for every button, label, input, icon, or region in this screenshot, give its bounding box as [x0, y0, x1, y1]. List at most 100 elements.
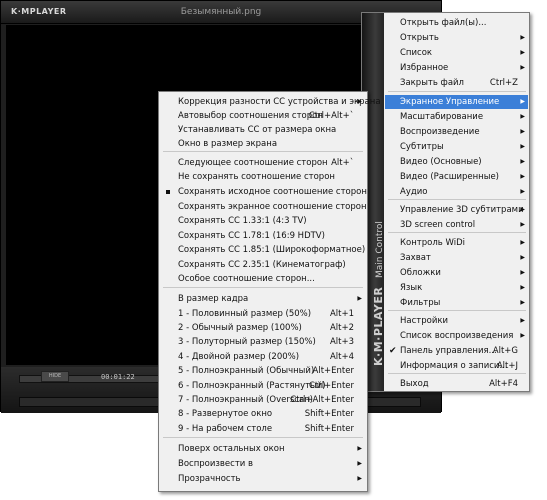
submenu-item[interactable]: Сохранять СС 2.35:1 (Кинематограф)	[160, 258, 366, 272]
submenu-item-label: Не сохранять соотношение сторон	[178, 172, 335, 182]
main-menu-item[interactable]: Список воспроизведения ▶	[385, 329, 528, 343]
main-menu-item[interactable]: Список ▶	[385, 46, 528, 60]
checkmark-icon: ✔	[389, 346, 397, 356]
main-menu-item[interactable]: Язык ▶	[385, 281, 528, 295]
submenu-item-label: 6 - Полноэкранный (Растянутый)	[178, 381, 326, 391]
main-menu-item[interactable]: Открыть файл(ы)...	[385, 16, 528, 30]
main-menu-item[interactable]: Видео (Основные) ▶	[385, 155, 528, 169]
hide-button[interactable]: HIDE	[41, 371, 69, 382]
submenu-item[interactable]: 8 - Развернутое окно Shift+Enter	[160, 407, 366, 421]
submenu-arrow-icon: ▶	[520, 173, 525, 180]
menu-separator	[388, 91, 526, 92]
main-menu-item-label: Информация о записи...	[400, 361, 508, 371]
submenu-item-label: 4 - Двойной размер (200%)	[178, 352, 300, 362]
submenu-item[interactable]: 1 - Половинный размер (50%) Alt+1	[160, 307, 366, 321]
main-menu-item-label: Открыть файл(ы)...	[400, 18, 487, 28]
submenu-item[interactable]: Поверх остальных окон ▶	[160, 442, 366, 456]
main-menu-item-label: Масштабирование	[400, 112, 484, 122]
screen-control-submenu: Коррекция разности СС устройства и экран…	[158, 91, 381, 492]
submenu-item[interactable]: Устанавливать СС от размера окна	[160, 123, 366, 137]
submenu-item[interactable]: Сохранять СС 1.33:1 (4:3 TV)	[160, 214, 366, 228]
main-menu-item[interactable]: Информация о записи... Alt+J	[385, 359, 528, 373]
main-menu-item[interactable]: Масштабирование ▶	[385, 110, 528, 124]
main-menu-item[interactable]: Выход Alt+F4	[385, 377, 528, 391]
submenu-item[interactable]: 3 - Полуторный размер (150%) Alt+3	[160, 335, 366, 349]
main-menu-item-label: Фильтры	[400, 298, 441, 308]
submenu-item[interactable]: Не сохранять соотношение сторон	[160, 170, 366, 184]
submenu-arrow-icon: ▶	[520, 34, 525, 41]
submenu-item[interactable]: 5 - Полноэкранный (Обычный) Alt+Enter	[160, 364, 366, 378]
main-menu-item[interactable]: Аудио ▶	[385, 185, 528, 199]
main-menu-item[interactable]: Открыть ▶	[385, 31, 528, 45]
main-menu-item[interactable]: Субтитры ▶	[385, 140, 528, 154]
submenu-item[interactable]: 4 - Двойной размер (200%) Alt+4	[160, 350, 366, 364]
submenu-arrow-icon: ▶	[520, 317, 525, 324]
submenu-item[interactable]: 2 - Обычный размер (100%) Alt+2	[160, 321, 366, 335]
main-menu-item[interactable]: Экранное Управление ▶	[385, 95, 528, 109]
submenu-item[interactable]: 6 - Полноэкранный (Растянутый) Ctrl+Enter	[160, 379, 366, 393]
main-menu-item[interactable]: Закрыть файл Ctrl+Z	[385, 76, 528, 90]
shortcut-label: Ctrl+Z	[489, 78, 518, 88]
main-menu-item-label: Открыть	[400, 33, 439, 43]
submenu-item[interactable]: Следующее соотношение сторон Alt+`	[160, 156, 366, 170]
radio-bullet-icon	[166, 190, 170, 194]
main-menu-item-label: Язык	[400, 283, 423, 293]
submenu-item-label: Прозрачность	[178, 474, 241, 484]
submenu-arrow-icon: ▶	[520, 188, 525, 195]
main-menu-item-label: Обложки	[400, 268, 441, 278]
main-menu-item-label: Настройки	[400, 316, 449, 326]
submenu-item-label: Следующее соотношение сторон	[178, 158, 328, 168]
submenu-item[interactable]: Особое соотношение сторон...	[160, 272, 366, 286]
menu-separator	[163, 287, 363, 288]
main-menu-item[interactable]: Обложки ▶	[385, 266, 528, 280]
shortcut-label: Shift+Enter	[304, 409, 354, 419]
submenu-arrow-icon: ▶	[357, 295, 362, 302]
main-menu-item[interactable]: Фильтры ▶	[385, 296, 528, 310]
main-menu-item[interactable]: Настройки ▶	[385, 314, 528, 328]
submenu-item[interactable]: Сохранять исходное соотношение сторон	[160, 185, 367, 199]
submenu-arrow-icon: ▶	[520, 158, 525, 165]
main-menu-item-label: Экранное Управление	[400, 97, 500, 107]
menu-separator	[163, 151, 363, 152]
main-menu-item[interactable]: 3D screen control ▶	[385, 218, 528, 232]
menu-separator	[388, 199, 526, 200]
shortcut-label: Ctrl+Alt+Enter	[290, 395, 354, 405]
main-menu-item[interactable]: Видео (Расширенные) ▶	[385, 170, 528, 184]
submenu-item-label: Коррекция разности СС устройства и экран…	[178, 97, 381, 107]
submenu-item-label: 5 - Полноэкранный (Обычный)	[178, 366, 315, 376]
submenu-arrow-icon: ▶	[520, 299, 525, 306]
submenu-item-label: Сохранять СС 1.78:1 (16:9 HDTV)	[178, 231, 325, 241]
submenu-item-label: 3 - Полуторный размер (150%)	[178, 337, 316, 347]
main-menu-item-label: Выход	[400, 379, 429, 389]
shortcut-label: Alt+G	[492, 346, 518, 356]
submenu-item[interactable]: Коррекция разности СС устройства и экран…	[160, 95, 381, 109]
main-menu-item[interactable]: ✔ Панель управления... Alt+G	[385, 344, 528, 358]
submenu-item-label: Устанавливать СС от размера окна	[178, 125, 337, 135]
submenu-arrow-icon: ▶	[520, 221, 525, 228]
main-menu-item[interactable]: Захват ▶	[385, 251, 528, 265]
submenu-arrow-icon: ▶	[520, 332, 525, 339]
shortcut-label: Alt+3	[329, 337, 354, 347]
main-menu-item[interactable]: Контроль WiDi ▶	[385, 236, 528, 250]
menu-separator	[388, 232, 526, 233]
submenu-item[interactable]: Прозрачность ▶	[160, 472, 366, 486]
submenu-item[interactable]: Сохранять экранное соотношение сторон	[160, 200, 367, 214]
submenu-arrow-icon: ▶	[520, 49, 525, 56]
main-menu-item[interactable]: Воспроизведение ▶	[385, 125, 528, 139]
submenu-item[interactable]: В размер кадра ▶	[160, 292, 366, 306]
submenu-item[interactable]: Окно в размер экрана	[160, 137, 366, 151]
main-menu-item-label: 3D screen control	[400, 220, 476, 230]
submenu-item-label: 8 - Развернутое окно	[178, 409, 273, 419]
submenu-arrow-icon: ▶	[357, 98, 362, 105]
submenu-item[interactable]: 7 - Полноэкранный (Overscan) Ctrl+Alt+Ent…	[160, 393, 366, 407]
submenu-arrow-icon: ▶	[357, 475, 362, 482]
submenu-item[interactable]: Воспроизвести в ▶	[160, 457, 366, 471]
submenu-arrow-icon: ▶	[520, 239, 525, 246]
submenu-item[interactable]: Сохранять СС 1.85:1 (Широкоформатное)	[160, 243, 366, 257]
submenu-item[interactable]: Сохранять СС 1.78:1 (16:9 HDTV)	[160, 229, 366, 243]
submenu-item[interactable]: Автовыбор соотношения сторон Ctrl+Alt+`	[160, 109, 366, 123]
main-menu-item[interactable]: Управление 3D субтитрами ▶	[385, 203, 528, 217]
main-menu-item-label: Видео (Расширенные)	[400, 172, 499, 182]
submenu-item[interactable]: 9 - На рабочем столе Shift+Enter	[160, 422, 366, 436]
main-menu-item[interactable]: Избранное ▶	[385, 61, 528, 75]
